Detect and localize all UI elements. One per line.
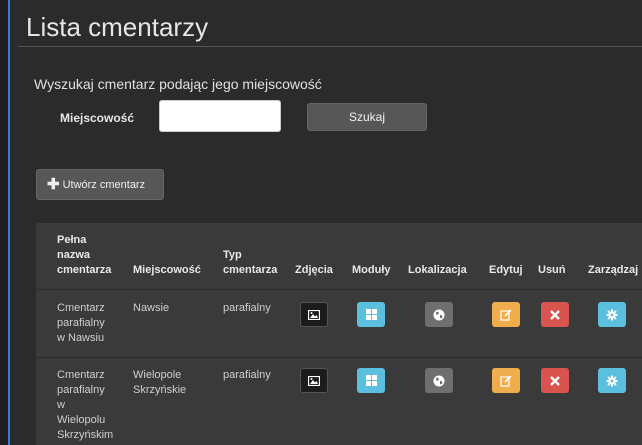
- cell-type: parafialny: [223, 369, 271, 381]
- manage-button[interactable]: [598, 368, 626, 393]
- cemetery-table: Pełna nazwa cmentarza Miejscowość Typ cm…: [36, 223, 642, 445]
- globe-icon: [433, 309, 445, 320]
- gear-icon: [606, 309, 618, 320]
- cell-name: Cmentarz parafialny w Wielopolu Skrzyńsk…: [57, 369, 114, 441]
- create-cemetery-button[interactable]: ✚ Utwórz cmentarz: [36, 169, 164, 200]
- edit-button[interactable]: [492, 368, 520, 393]
- header-photos: Zdjęcia: [295, 264, 333, 276]
- header-delete: Usuń: [538, 264, 566, 276]
- row-divider: [36, 357, 642, 358]
- close-icon: [550, 375, 560, 386]
- modules-button[interactable]: [357, 302, 385, 327]
- gear-icon: [606, 375, 618, 386]
- photos-button[interactable]: [300, 368, 328, 393]
- delete-button[interactable]: [541, 302, 569, 327]
- modules-button[interactable]: [357, 368, 385, 393]
- globe-icon: [433, 375, 445, 386]
- image-icon: [308, 309, 320, 320]
- plus-icon: ✚: [47, 176, 60, 193]
- cell-type: parafialny: [223, 302, 271, 314]
- photos-button[interactable]: [300, 302, 328, 327]
- close-icon: [550, 309, 560, 320]
- header-manage: Zarządzaj: [588, 264, 639, 276]
- header-location: Lokalizacja: [408, 264, 467, 276]
- header-divider: [36, 289, 642, 290]
- location-button[interactable]: [425, 368, 453, 393]
- edit-icon: [500, 374, 512, 387]
- grid-icon: [365, 375, 377, 386]
- create-cemetery-label: Utwórz cmentarz: [62, 179, 146, 191]
- manage-button[interactable]: [598, 302, 626, 327]
- header-name: Pełna nazwa cmentarza: [57, 234, 112, 276]
- header-town: Miejscowość: [133, 264, 201, 276]
- page-title: Lista cmentarzy: [26, 12, 209, 42]
- edit-icon: [500, 308, 512, 321]
- header-type: Typ cmentarza: [223, 249, 278, 276]
- page-panel: Lista cmentarzy Wyszukaj cmentarz podają…: [8, 0, 642, 445]
- header-edit: Edytuj: [489, 264, 523, 276]
- search-heading: Wyszukaj cmentarz podając jego miejscowo…: [34, 76, 322, 92]
- delete-button[interactable]: [541, 368, 569, 393]
- title-divider: [18, 46, 642, 47]
- location-button[interactable]: [425, 302, 453, 327]
- edit-button[interactable]: [492, 302, 520, 327]
- grid-icon: [365, 309, 377, 320]
- header-modules: Moduły: [352, 264, 391, 276]
- cell-town: Nawsie: [133, 302, 170, 314]
- town-field-label: Miejscowość: [60, 111, 135, 125]
- image-icon: [308, 375, 320, 386]
- town-search-input[interactable]: [159, 100, 281, 132]
- search-button[interactable]: Szukaj: [307, 103, 427, 131]
- cell-name: Cmentarz parafialny w Nawsiu: [57, 302, 105, 344]
- cell-town: Wielopole Skrzyńskie: [133, 369, 187, 396]
